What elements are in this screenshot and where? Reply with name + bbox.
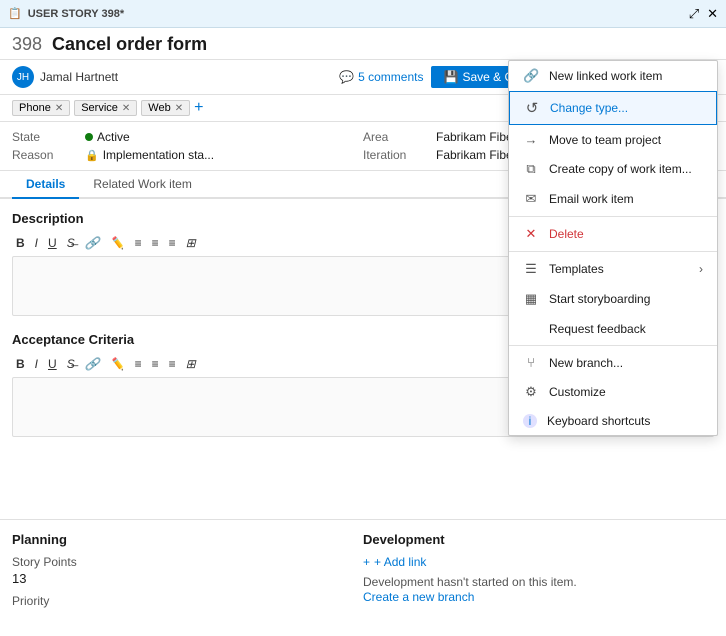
menu-item-new-branch[interactable]: ⑂ New branch... [509,348,717,377]
menu-item-delete[interactable]: ✕ Delete [509,219,717,249]
menu-item-new-linked-work-item[interactable]: 🔗 New linked work item [509,61,717,91]
storyboard-label: Start storyboarding [549,292,650,306]
menu-item-move-to-team-project[interactable]: → Move to team project [509,125,717,154]
keyboard-label: Keyboard shortcuts [547,414,650,428]
customize-icon: ⚙ [523,384,539,400]
move-icon: → [523,132,539,147]
branch-label: New branch... [549,356,623,370]
menu-item-request-feedback[interactable]: · Request feedback [509,314,717,343]
templates-arrow: › [699,262,703,276]
feedback-label: Request feedback [549,322,646,336]
menu-divider-3 [509,345,717,346]
move-label: Move to team project [549,133,661,147]
context-menu: 🔗 New linked work item ↺ Change type... … [508,60,718,436]
keyboard-icon: i [523,414,537,428]
customize-label: Customize [549,385,606,399]
templates-label: Templates [549,262,604,276]
menu-divider-1 [509,216,717,217]
copy-icon: ⧉ [523,161,539,177]
dropdown-overlay[interactable]: 🔗 New linked work item ↺ Change type... … [0,0,726,636]
new-linked-icon: 🔗 [523,68,539,84]
menu-item-start-storyboarding[interactable]: ▦ Start storyboarding [509,284,717,314]
branch-icon: ⑂ [523,355,539,370]
storyboard-icon: ▦ [523,291,539,307]
menu-item-keyboard-shortcuts[interactable]: i Keyboard shortcuts [509,407,717,435]
delete-label: Delete [549,227,584,241]
email-icon: ✉ [523,191,539,207]
delete-icon: ✕ [523,226,539,242]
menu-divider-2 [509,251,717,252]
feedback-icon: · [523,321,539,336]
new-linked-label: New linked work item [549,69,662,83]
menu-item-customize[interactable]: ⚙ Customize [509,377,717,407]
menu-item-create-copy[interactable]: ⧉ Create copy of work item... [509,154,717,184]
menu-item-email-work-item[interactable]: ✉ Email work item [509,184,717,214]
copy-label: Create copy of work item... [549,162,692,176]
email-label: Email work item [549,192,634,206]
change-type-label: Change type... [550,101,628,115]
templates-icon: ☰ [523,261,539,277]
menu-item-templates[interactable]: ☰ Templates › [509,254,717,284]
menu-item-change-type[interactable]: ↺ Change type... [509,91,717,125]
change-type-icon: ↺ [524,99,540,117]
